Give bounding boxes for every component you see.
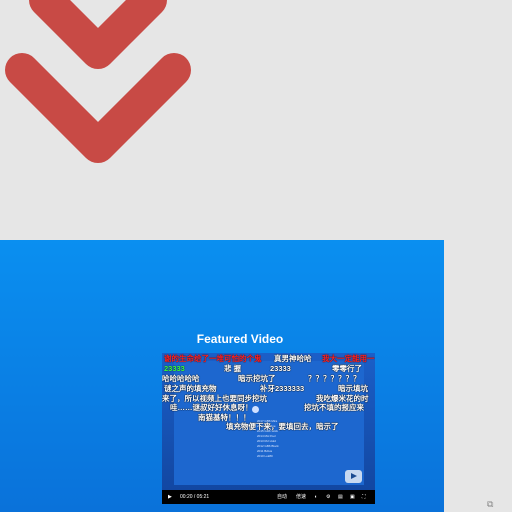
copy-icon[interactable]: ⧉ <box>487 499 493 510</box>
play-overlay-icon[interactable] <box>345 470 362 483</box>
danmaku-comment: 暗示填坑 <box>338 384 368 393</box>
danmaku-comment: 谢的生命给了一堆可怕的个鬼 <box>164 354 262 363</box>
danmaku-comment: 悲 握 <box>224 364 242 373</box>
time-display: 00:20 / 05:21 <box>180 494 210 500</box>
pip-icon[interactable]: ▣ <box>350 493 355 501</box>
quality-button[interactable]: 自动 <box>277 493 287 501</box>
video-player[interactable]: 2017 GB6 Mira 2016 NE Blue 2015 GB6 Stic… <box>162 353 375 504</box>
settings-icon[interactable]: ⚙ <box>326 493 330 501</box>
danmaku-comment: 23333 <box>270 364 291 373</box>
speed-button[interactable]: 倍速 <box>296 493 306 501</box>
danmaku-comment: 哈哈哈哈哈 <box>162 374 200 383</box>
danmaku-comment: 23333 <box>164 364 185 373</box>
danmaku-comment: 哇……谜叔好好休息呀！ <box>170 403 253 412</box>
danmaku-comment: 谜之声的填充物 <box>164 384 217 393</box>
screen-list-item: 2010 Lok80 <box>257 454 273 458</box>
danmaku-comment: 真男神哈哈 <box>274 354 312 363</box>
danmaku-comment: 挖坑不填的报应来 <box>304 403 364 412</box>
featured-video-title: Featured Video <box>196 332 284 346</box>
play-icon[interactable]: ▶ <box>168 493 172 501</box>
danmaku-comment: 南猫基特！！！ <box>198 413 251 422</box>
video-screen[interactable]: 2017 GB6 Mira 2016 NE Blue 2015 GB6 Stic… <box>162 353 375 490</box>
danmaku-icon[interactable]: ▤ <box>338 493 343 501</box>
danmaku-comment: 暗示挖坑了 <box>238 374 276 383</box>
monitor-icon <box>252 406 259 413</box>
player-controls: ▶ 00:20 / 05:21 自动 倍速 ◖ ⚙ ▤ ▣ ⛶ <box>162 490 375 504</box>
danmaku-comment: 填充物便下来，要填回去，暗示了 <box>226 422 339 431</box>
danmaku-comment: 我大一定能用一 <box>322 354 375 363</box>
danmaku-comment: 补牙2333333 <box>260 384 305 393</box>
volume-icon[interactable]: ◖ <box>314 493 317 501</box>
danmaku-comment: ？？？？？？？ <box>308 374 361 383</box>
danmaku-comment: 我吃爆米花的时 <box>316 394 369 403</box>
danmaku-comment: 零零行了 <box>332 364 362 373</box>
fullscreen-icon[interactable]: ⛶ <box>362 493 366 501</box>
danmaku-comment: 来了，所以视频上也要同步挖坑 <box>162 394 267 403</box>
double-chevron-down-icon[interactable] <box>0 0 200 170</box>
